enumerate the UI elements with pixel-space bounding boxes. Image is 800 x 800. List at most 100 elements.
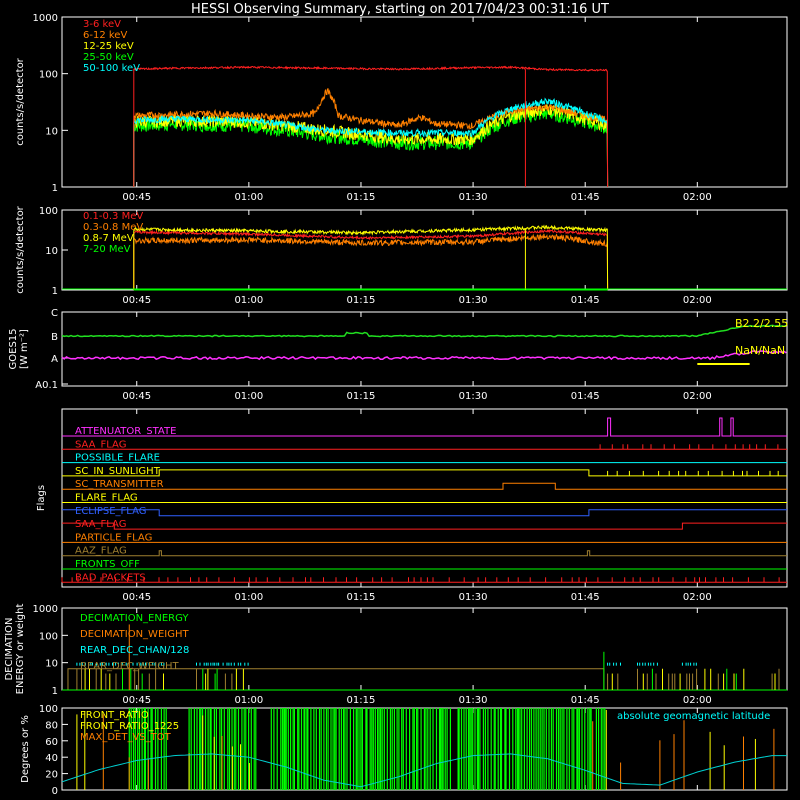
y-axis-label: DECIMATION	[4, 617, 15, 680]
x-tick-label: 02:00	[683, 391, 712, 402]
hessi-summary: HESSI Observing Summary, starting on 201…	[0, 0, 800, 800]
x-tick-label: 00:45	[122, 391, 151, 402]
y-tick-label: 0	[52, 786, 58, 797]
flag-label: ATTENUATOR_STATE	[75, 426, 176, 437]
legend-entry: DECIMATION_ENERGY	[80, 613, 189, 624]
series-1-2	[133, 224, 609, 291]
legend-entry: DECIMATION_WEIGHT	[80, 629, 189, 640]
flag-label: AAZ_FLAG	[75, 546, 127, 557]
y-tick-label: 80	[45, 720, 58, 731]
x-tick-label: 01:15	[347, 295, 376, 306]
x-tick-label: 01:30	[459, 391, 488, 402]
flag-label: PARTICLE_FLAG	[75, 532, 152, 543]
counts-frame	[61, 16, 788, 188]
y-tick-label: 10	[45, 126, 58, 137]
y-tick-label: A	[51, 354, 58, 365]
flag-label: SAA_FLAG	[75, 439, 126, 450]
flag-label: SC_IN_SUNLIGHT	[75, 466, 161, 477]
x-tick-label: 01:30	[459, 592, 488, 603]
x-tick-label: 01:30	[459, 192, 488, 203]
x-tick-label: 01:15	[347, 192, 376, 203]
flag-line	[62, 482, 787, 490]
flag-label: POSSIBLE_FLARE	[75, 453, 160, 464]
y-axis-label: [W m⁻²]	[19, 329, 30, 369]
y-axis-label: ENERGY or weight	[15, 604, 26, 695]
x-tick-label: 01:15	[347, 391, 376, 402]
x-tick-label: 00:45	[122, 592, 151, 603]
x-tick-label: 00:45	[122, 295, 151, 306]
legend-entry: 0.8-7 MeV	[83, 233, 134, 244]
y-tick-label: 20	[45, 770, 58, 781]
y-tick-label: 1000	[33, 13, 58, 24]
x-tick-label: 01:45	[571, 592, 600, 603]
goes-annotation: B2.2/2.55	[735, 317, 788, 330]
flag-label: FRONTS_OFF	[75, 559, 140, 570]
x-tick-label: 01:30	[459, 295, 488, 306]
x-tick-label: 01:00	[234, 695, 263, 706]
y-axis-label: counts/s/detector	[15, 205, 26, 293]
y-tick-label: 1	[52, 686, 58, 697]
goes-long-line	[61, 324, 787, 338]
y-axis-label: Flags	[36, 485, 47, 511]
summary-plot: HESSI Observing Summary, starting on 201…	[4, 2, 788, 797]
x-tick-label: 01:45	[571, 695, 600, 706]
x-tick-label: 01:45	[571, 192, 600, 203]
y-axis-label: Degrees or %	[20, 715, 31, 783]
y-tick-label: C	[51, 308, 58, 319]
y-tick-label: 10	[45, 246, 58, 257]
y-tick-label: 100	[39, 631, 58, 642]
flag-line	[62, 509, 787, 517]
y-axis-label: counts/s/detector	[15, 57, 26, 145]
goes-frame	[61, 311, 788, 387]
goes-short-line	[61, 349, 787, 361]
x-tick-label: 01:30	[459, 695, 488, 706]
mev-frame	[61, 209, 788, 291]
x-tick-label: 01:45	[571, 295, 600, 306]
flag-label: FLARE_FLAG	[75, 493, 138, 504]
x-tick-label: 02:00	[683, 295, 712, 306]
legend-entry: MAX_DET_VS_TOT	[80, 732, 172, 743]
x-tick-label: 01:00	[234, 295, 263, 306]
legend-entry: 6-12 keV	[83, 30, 127, 41]
flag-line	[62, 522, 787, 530]
series-1-1	[133, 233, 609, 291]
x-tick-label: 01:15	[347, 695, 376, 706]
y-tick-label: 60	[45, 737, 58, 748]
legend-entry: 7-20 MeV	[83, 244, 131, 255]
flag-label: BAD_PACKETS	[75, 572, 146, 583]
x-tick-label: 02:00	[683, 592, 712, 603]
y-tick-label: 100	[39, 206, 58, 217]
y-tick-label: 40	[45, 753, 58, 764]
y-tick-label: 1	[52, 286, 58, 297]
legend-entry: 0.1-0.3 MeV	[83, 211, 143, 222]
x-tick-label: 01:15	[347, 592, 376, 603]
legend-entry: REAR_DEC_WEIGHT	[80, 661, 179, 672]
y-tick-label: B	[51, 332, 58, 343]
chart-title: HESSI Observing Summary, starting on 201…	[191, 2, 609, 17]
goes-annotation: NaN/NaN	[735, 344, 785, 357]
x-tick-label: 02:00	[683, 695, 712, 706]
flag-label: ECLIPSE_FLAG	[75, 506, 146, 517]
legend-entry: 12-25 keV	[83, 41, 134, 52]
flag-label: SAA_FLAG	[75, 519, 126, 530]
flag-label: SC_TRANSMITTER	[75, 479, 164, 490]
flag-line	[62, 550, 787, 557]
y-tick-label: 100	[39, 704, 58, 715]
y-tick-label: A0.1	[35, 380, 58, 391]
x-tick-label: 01:00	[234, 592, 263, 603]
legend-entry: absolute geomagnetic latitude	[617, 711, 770, 722]
legend-entry: FRONT_RATIO	[80, 710, 149, 721]
legend-entry: 3-6 keV	[83, 19, 121, 30]
y-tick-label: 10	[45, 659, 58, 670]
legend-entry: FRONT_RATIO_1225	[80, 721, 179, 732]
x-tick-label: 02:00	[683, 192, 712, 203]
x-tick-label: 01:00	[234, 192, 263, 203]
y-tick-label: 1000	[33, 604, 58, 615]
x-tick-label: 01:45	[571, 391, 600, 402]
legend-entry: 0.3-0.8 MeV	[83, 222, 143, 233]
x-tick-label: 01:00	[234, 391, 263, 402]
legend-entry: 50-100 keV	[83, 63, 140, 74]
x-tick-label: 00:45	[122, 695, 151, 706]
y-axis-label: GOES15	[8, 328, 19, 369]
x-tick-label: 00:45	[122, 192, 151, 203]
